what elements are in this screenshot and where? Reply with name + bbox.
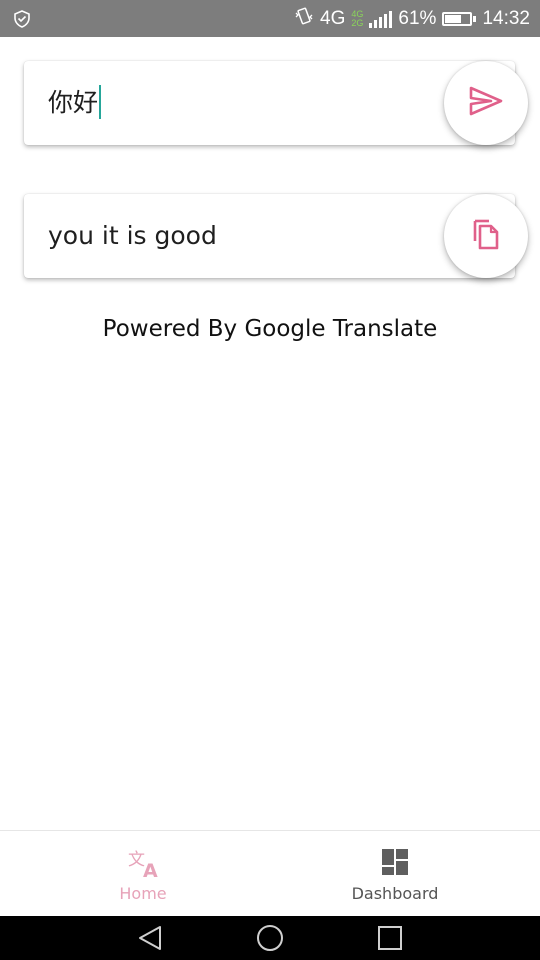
bottom-navigation: 文 A Home Dashboard xyxy=(0,830,540,917)
nav-label-dashboard: Dashboard xyxy=(351,884,439,903)
copy-icon xyxy=(471,217,501,255)
nav-item-dashboard[interactable]: Dashboard xyxy=(260,831,530,917)
nav-label-home: Home xyxy=(119,884,167,903)
back-icon[interactable] xyxy=(136,923,166,953)
output-text: you it is good xyxy=(48,221,217,250)
system-navigation-bar xyxy=(0,916,540,960)
nav-item-home[interactable]: 文 A Home xyxy=(8,831,278,917)
dashboard-icon xyxy=(380,847,410,877)
svg-text:A: A xyxy=(143,860,158,879)
network-primary-label: 4G xyxy=(320,7,346,29)
vibrate-icon xyxy=(294,6,314,32)
send-button[interactable] xyxy=(444,61,528,145)
recent-apps-icon[interactable] xyxy=(375,923,405,953)
translate-icon: 文 A xyxy=(128,847,158,882)
status-bar: 4G 4G 2G 61% 14:32 xyxy=(0,0,540,37)
text-cursor xyxy=(99,85,102,119)
input-field[interactable]: 你好 xyxy=(48,61,102,145)
signal-icon xyxy=(369,10,393,28)
input-card[interactable]: 你好 xyxy=(24,61,515,145)
send-icon xyxy=(469,86,503,120)
battery-percent: 61% xyxy=(398,7,437,29)
shield-icon xyxy=(13,10,31,28)
battery-icon xyxy=(442,11,477,26)
input-text: 你好 xyxy=(48,88,99,117)
output-card: you it is good xyxy=(24,194,515,278)
powered-by-text: Powered By Google Translate xyxy=(102,316,438,342)
network-secondary: 4G 2G xyxy=(351,9,364,28)
clock: 14:32 xyxy=(482,7,530,29)
home-circle-icon[interactable] xyxy=(255,923,285,953)
network-secondary-bottom: 2G xyxy=(351,17,364,28)
copy-button[interactable] xyxy=(444,194,528,278)
